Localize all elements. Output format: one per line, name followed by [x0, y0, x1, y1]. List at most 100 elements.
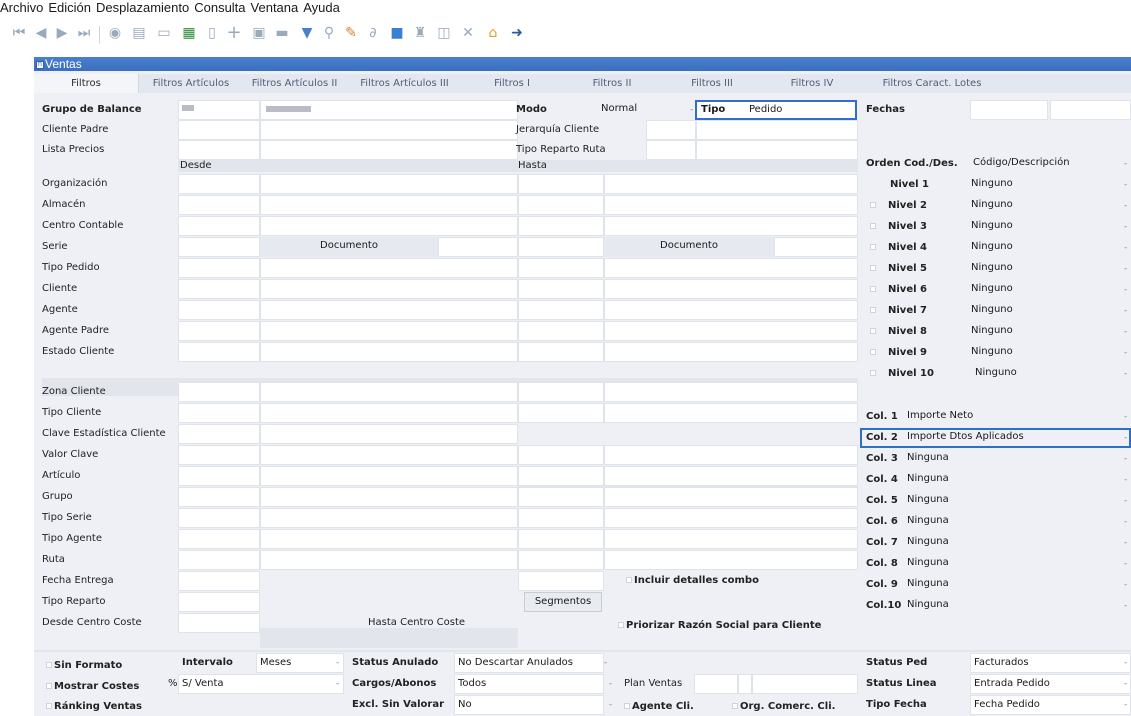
- range-input-field[interactable]: [518, 237, 604, 257]
- checkbox-icon[interactable]: [870, 307, 876, 313]
- jerarquia-cliente-desc-field[interactable]: [696, 120, 858, 140]
- tab-filtros-iii[interactable]: Filtros III: [662, 74, 762, 93]
- add-icon[interactable]: +: [225, 24, 243, 42]
- modo-select[interactable]: Normal: [598, 100, 694, 120]
- dropdown-arrow-icon[interactable]: -: [1124, 280, 1127, 300]
- exit-icon[interactable]: ➜: [508, 24, 526, 42]
- dropdown-arrow-icon[interactable]: -: [690, 100, 693, 120]
- menu-edicion[interactable]: Edición: [48, 0, 91, 16]
- search-icon[interactable]: ⚲: [320, 24, 338, 42]
- dropdown-arrow-icon[interactable]: -: [1124, 343, 1127, 363]
- tab-filtros-articulos-ii[interactable]: Filtros Artículos II: [242, 74, 347, 93]
- col-9-select[interactable]: Ninguna: [904, 575, 1131, 595]
- col-8-select[interactable]: Ninguna: [904, 554, 1131, 574]
- dropdown-arrow-icon[interactable]: -: [1124, 491, 1127, 511]
- col-7-select[interactable]: Ninguna: [904, 533, 1131, 553]
- menu-ventana[interactable]: Ventana: [251, 0, 299, 16]
- range-input-field[interactable]: [178, 195, 260, 215]
- fecha-desde-field[interactable]: [970, 100, 1048, 120]
- dropdown-arrow-icon[interactable]: -: [1124, 154, 1127, 174]
- dropdown-arrow-icon[interactable]: -: [1124, 674, 1127, 694]
- range-input-field[interactable]: [260, 279, 518, 299]
- previous-record-icon[interactable]: ◀: [32, 24, 50, 42]
- checkbox-icon[interactable]: [870, 223, 876, 229]
- excel-icon[interactable]: ▦: [180, 24, 198, 42]
- range-input-field[interactable]: [518, 195, 604, 215]
- dropdown-arrow-icon[interactable]: -: [1124, 533, 1127, 553]
- checkbox-icon[interactable]: [870, 202, 876, 208]
- checkbox-icon[interactable]: [870, 244, 876, 250]
- dropdown-arrow-icon[interactable]: -: [1124, 653, 1127, 673]
- status-linea-select[interactable]: Entrada Pedido: [970, 674, 1131, 694]
- range-input-field[interactable]: [518, 403, 604, 423]
- first-record-icon[interactable]: ⏮: [10, 24, 28, 42]
- range-input-field[interactable]: [178, 321, 260, 341]
- dropdown-arrow-icon[interactable]: -: [1124, 470, 1127, 490]
- range-input-field[interactable]: [604, 195, 858, 215]
- range-input-field[interactable]: [260, 403, 518, 423]
- range-input-field[interactable]: [260, 258, 518, 278]
- priorizar-razon-checkbox[interactable]: Priorizar Razón Social para Cliente: [618, 616, 821, 636]
- range-input-field[interactable]: [178, 466, 260, 486]
- menu-consulta[interactable]: Consulta: [194, 0, 245, 16]
- dropdown-arrow-icon[interactable]: -: [1124, 512, 1127, 532]
- nivel-4-select[interactable]: Ninguno: [968, 238, 1131, 258]
- range-input-field[interactable]: [260, 321, 518, 341]
- range-input-field[interactable]: [518, 258, 604, 278]
- last-record-icon[interactable]: ⏭: [75, 24, 93, 42]
- cliente-padre-desc-field[interactable]: [260, 120, 518, 140]
- range-input-field[interactable]: [260, 424, 518, 444]
- dropdown-arrow-icon[interactable]: -: [1124, 175, 1127, 195]
- range-input-field[interactable]: [518, 279, 604, 299]
- plan-ventas-field[interactable]: [694, 674, 738, 694]
- range-input-field[interactable]: [178, 529, 260, 549]
- col-2-select[interactable]: Importe Dtos Aplicados: [904, 428, 1131, 448]
- range-input-field[interactable]: [604, 403, 858, 423]
- range-input-field[interactable]: [604, 321, 858, 341]
- checkbox-icon[interactable]: [870, 349, 876, 355]
- tab-filtros-articulos[interactable]: Filtros Artículos: [140, 74, 242, 93]
- checkbox-icon[interactable]: [870, 370, 876, 376]
- nivel-9-select[interactable]: Ninguno: [968, 343, 1131, 363]
- fecha-hasta-field[interactable]: [1050, 100, 1131, 120]
- menu-desplazamiento[interactable]: Desplazamiento: [96, 0, 189, 16]
- range-input-field[interactable]: [260, 195, 518, 215]
- filter-icon[interactable]: ▼: [298, 24, 316, 42]
- range-input-field[interactable]: [518, 487, 604, 507]
- range-input-field[interactable]: [178, 403, 260, 423]
- dropdown-arrow-icon[interactable]: -: [609, 695, 612, 715]
- checkbox-icon[interactable]: [870, 328, 876, 334]
- range-input-field[interactable]: [178, 592, 260, 612]
- checkbox-icon[interactable]: [870, 265, 876, 271]
- nivel-8-select[interactable]: Ninguno: [968, 322, 1131, 342]
- range-input-field[interactable]: [518, 571, 604, 591]
- range-input-field[interactable]: [604, 508, 858, 528]
- dropdown-arrow-icon[interactable]: -: [1124, 575, 1127, 595]
- nivel-2-select[interactable]: Ninguno: [968, 196, 1131, 216]
- range-input-field[interactable]: [178, 487, 260, 507]
- mostrar-costes-checkbox[interactable]: Mostrar Costes: [46, 677, 139, 697]
- range-input-field[interactable]: [178, 258, 260, 278]
- export-icon[interactable]: ■: [388, 24, 406, 42]
- dropdown-arrow-icon[interactable]: -: [1124, 596, 1127, 616]
- range-input-field[interactable]: [518, 300, 604, 320]
- documento-desde-field[interactable]: [438, 237, 518, 257]
- save-icon[interactable]: ▣: [250, 24, 268, 42]
- dropdown-arrow-icon[interactable]: -: [1124, 259, 1127, 279]
- range-input-field[interactable]: [604, 342, 858, 362]
- plan-ventas-field-2[interactable]: [738, 674, 752, 694]
- range-input-field[interactable]: [518, 216, 604, 236]
- dropdown-arrow-icon[interactable]: -: [1124, 554, 1127, 574]
- intervalo-select[interactable]: Meses: [256, 653, 344, 673]
- range-input-field[interactable]: [604, 550, 858, 570]
- grupo-balance-code-field[interactable]: [178, 100, 260, 120]
- nivel-3-select[interactable]: Ninguno: [968, 217, 1131, 237]
- range-input-field[interactable]: [518, 529, 604, 549]
- new-document-icon[interactable]: ▯: [203, 24, 221, 42]
- tab-filtros-ii[interactable]: Filtros II: [562, 74, 662, 93]
- range-input-field[interactable]: [178, 550, 260, 570]
- range-input-field[interactable]: [518, 466, 604, 486]
- range-input-field[interactable]: [178, 424, 260, 444]
- checkbox-icon[interactable]: [870, 286, 876, 292]
- range-input-field[interactable]: [518, 508, 604, 528]
